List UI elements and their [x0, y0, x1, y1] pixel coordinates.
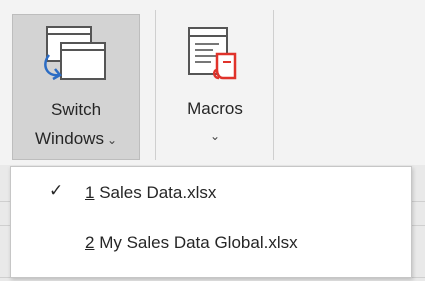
switch-windows-button[interactable]: Switch Windows ⌄	[12, 14, 140, 160]
switch-windows-label-text: Windows	[34, 129, 104, 148]
macros-label: Macros	[187, 99, 243, 118]
chevron-down-icon: ⌄	[106, 133, 118, 147]
menu-item-sales-data[interactable]: ✓ 1 Sales Data.xlsx	[11, 171, 411, 217]
group-separator	[273, 10, 274, 160]
menu-item-text: Sales Data.xlsx	[94, 183, 217, 202]
macros-icon	[188, 27, 237, 80]
switch-windows-label-line1: Switch	[50, 100, 102, 119]
macros-button[interactable]: Macros ⌄	[165, 14, 265, 160]
menu-item-label: 1 Sales Data.xlsx	[85, 183, 216, 203]
check-icon: ✓	[49, 181, 64, 200]
menu-item-text: My Sales Data Global.xlsx	[94, 233, 298, 252]
switch-windows-icon	[44, 26, 106, 81]
switch-windows-label-line2: Windows ⌄	[13, 128, 139, 151]
menu-item-my-sales-data-global[interactable]: 2 My Sales Data Global.xlsx	[11, 221, 411, 267]
menu-item-label: 2 My Sales Data Global.xlsx	[85, 233, 298, 253]
switch-windows-menu: ✓ 1 Sales Data.xlsx 2 My Sales Data Glob…	[10, 166, 412, 278]
macros-chevron-row: ⌄	[165, 124, 265, 147]
ribbon-view-tab: Switch Windows ⌄ Macros ⌄	[0, 0, 425, 165]
group-separator	[155, 10, 156, 160]
chevron-down-icon: ⌄	[209, 129, 221, 143]
